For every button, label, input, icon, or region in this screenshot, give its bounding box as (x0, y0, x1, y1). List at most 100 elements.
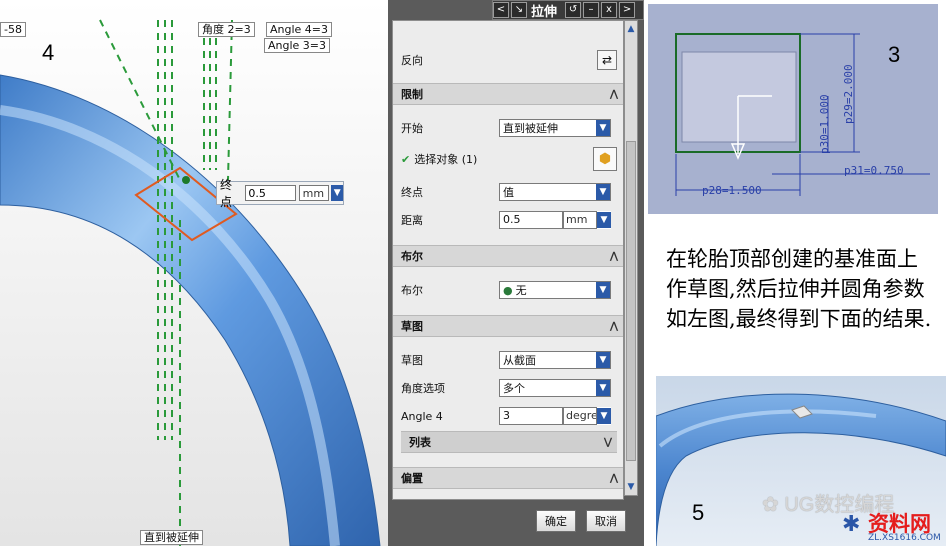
reverse-direction-icon[interactable]: ⇄ (597, 50, 617, 70)
start-label: 开始 (401, 122, 423, 135)
chevron-down-icon[interactable]: ▼ (596, 184, 610, 200)
boolean-select[interactable]: ● 无 ▼ (499, 281, 611, 299)
sketch-svg (675, 33, 930, 196)
close-icon[interactable]: x (601, 2, 618, 18)
dialog-scrollbar[interactable]: ▲ ▼ (624, 20, 638, 496)
angle-option-select[interactable]: 多个 ▼ (499, 379, 611, 397)
start-row: 开始 直到被延伸 ▼ (397, 117, 621, 139)
start-select-value: 直到被延伸 (503, 122, 558, 135)
dialog-title: 拉伸 (531, 4, 558, 20)
logo-mark-icon: ✱ (842, 512, 861, 537)
minimize-icon[interactable]: – (583, 2, 600, 18)
collapse-left-icon[interactable]: < (493, 2, 509, 18)
end-distance-popup: 终点 0.5 mm ▼ (216, 178, 344, 209)
site-logo: ✱ 资料网 ZL.XS1616.COM (842, 508, 946, 546)
select-object-label: 选择对象 (1) (414, 153, 478, 166)
reset-icon[interactable]: ↺ (565, 2, 582, 18)
dim-label-angle-2[interactable]: 角度 2=3 (198, 22, 255, 37)
section-limits[interactable]: 限制 ⋀ (393, 83, 623, 105)
end-popup-dropdown-icon[interactable]: ▼ (331, 185, 343, 201)
section-boolean[interactable]: 布尔 ⋀ (393, 245, 623, 267)
sketch-dimension-image: p29=2.000 p30=1.000 p31=0.750 p28=1.500 … (648, 4, 938, 214)
end-row: 终点 值 ▼ (397, 181, 621, 203)
wechat-icon: ✿ (762, 494, 779, 516)
section-draft-title: 草图 (401, 320, 423, 333)
end-select[interactable]: 值 ▼ (499, 183, 611, 201)
dim-p29: p29=2.000 (842, 64, 855, 124)
chevron-up-icon[interactable]: ⋀ (605, 89, 623, 100)
step-number-5: 5 (692, 500, 705, 525)
distance-unit[interactable]: mm (563, 211, 597, 229)
draft-label: 草图 (401, 354, 423, 367)
angle4-unit[interactable]: degree (563, 407, 597, 425)
angle4-unit-dropdown[interactable]: ▼ (597, 407, 611, 425)
draft-select-value: 从截面 (503, 354, 536, 367)
logo-url-text: ZL.XS1616.COM (868, 533, 941, 543)
scroll-up-icon[interactable]: ▲ (626, 23, 636, 35)
boolean-select-value: 无 (515, 284, 527, 297)
angle-option-row: 角度选项 多个 ▼ (397, 377, 621, 399)
distance-input[interactable]: 0.5 (499, 211, 563, 229)
distance-unit-dropdown[interactable]: ▼ (597, 211, 611, 229)
chevron-down-icon[interactable]: ▼ (596, 120, 610, 136)
dim-p28: p28=1.500 (702, 184, 762, 197)
sketch-inner-rect (681, 51, 797, 143)
reverse-row: 反向 ⇄ (397, 49, 621, 71)
chevron-down-icon[interactable]: ⋁ (599, 437, 617, 448)
draft-row: 草图 从截面 ▼ (397, 349, 621, 371)
scroll-thumb[interactable] (626, 141, 636, 461)
draft-select[interactable]: 从截面 ▼ (499, 351, 611, 369)
step-number-4: 4 (42, 40, 55, 65)
chevron-up-icon[interactable]: ⋀ (605, 473, 623, 484)
select-object-row: ✔ 选择对象 (1) ⬢ (397, 145, 621, 173)
dim-label-angle-4[interactable]: Angle 4=3 (266, 22, 333, 37)
scroll-down-icon[interactable]: ▼ (626, 481, 636, 493)
distance-label: 距离 (401, 214, 423, 227)
arrow-icon[interactable]: ↘ (511, 2, 527, 18)
end-popup-unit[interactable]: mm (298, 185, 330, 201)
dim-label-angle-3[interactable]: Angle 3=3 (264, 38, 331, 53)
end-popup-label: 终点 (220, 178, 233, 209)
chevron-down-icon[interactable]: ▼ (596, 380, 610, 396)
angle-option-select-value: 多个 (503, 382, 525, 395)
ok-button[interactable]: 确定 (536, 510, 576, 532)
section-limits-title: 限制 (401, 88, 423, 101)
dialog-panel: 反向 ⇄ 限制 ⋀ 开始 直到被延伸 ▼ ✔ 选择对象 (1) ⬢ 终点 值 ▼… (392, 20, 624, 500)
select-object-cube-icon[interactable]: ⬢ (593, 147, 617, 171)
chevron-down-icon[interactable]: ▼ (596, 352, 610, 368)
tube-model-svg (0, 19, 381, 546)
section-draft[interactable]: 草图 ⋀ (393, 315, 623, 337)
angle4-label: Angle 4 (401, 409, 443, 423)
chevron-down-icon[interactable]: ▼ (597, 408, 611, 424)
handle-point (182, 176, 190, 184)
boolean-none-icon: ● (503, 283, 513, 297)
boolean-label: 布尔 (401, 284, 423, 297)
graphics-viewport[interactable]: -58 角度 2=3 Angle 4=3 Angle 3=3 直到被延伸 4 终… (0, 0, 390, 546)
chevron-up-icon[interactable]: ⋀ (605, 251, 623, 262)
description-text: 在轮胎顶部创建的基准面上作草图,然后拉伸并圆角参数如左图,最终得到下面的结果. (666, 247, 932, 331)
boolean-row: 布尔 ● 无 ▼ (397, 279, 621, 301)
chevron-down-icon[interactable]: ▼ (596, 282, 610, 298)
angle-option-label: 角度选项 (401, 382, 445, 395)
section-boolean-title: 布尔 (401, 250, 423, 263)
distance-row: 距离 0.5 mm ▼ (397, 209, 621, 231)
end-popup-input[interactable]: 0.5 (245, 185, 296, 201)
chevron-down-icon[interactable]: ▼ (597, 212, 611, 228)
dialog-titlebar[interactable]: < ↘ 拉伸 ↺ – x > (492, 0, 644, 20)
section-offset[interactable]: 偏置 ⋀ (393, 467, 623, 489)
reverse-label: 反向 (401, 54, 423, 67)
list-subsection[interactable]: 列表 ⋁ (401, 431, 617, 453)
dim-label-until-extended[interactable]: 直到被延伸 (140, 530, 203, 545)
angle4-row: Angle 4 3 degree ▼ (397, 405, 621, 427)
cancel-button[interactable]: 取消 (586, 510, 626, 532)
dim-label-left: -58 (0, 22, 26, 37)
extrude-dialog: < ↘ 拉伸 ↺ – x > 反向 ⇄ 限制 ⋀ 开始 直到被延伸 ▼ ✔ 选择… (388, 0, 644, 546)
step-number-3: 3 (888, 42, 901, 67)
start-select[interactable]: 直到被延伸 ▼ (499, 119, 611, 137)
list-subsection-title: 列表 (409, 436, 431, 449)
dim-p30: p30=1.000 (818, 94, 831, 154)
expand-right-icon[interactable]: > (619, 2, 636, 18)
chevron-up-icon[interactable]: ⋀ (605, 321, 623, 332)
angle4-input[interactable]: 3 (499, 407, 563, 425)
checkmark-icon: ✔ (401, 152, 411, 166)
